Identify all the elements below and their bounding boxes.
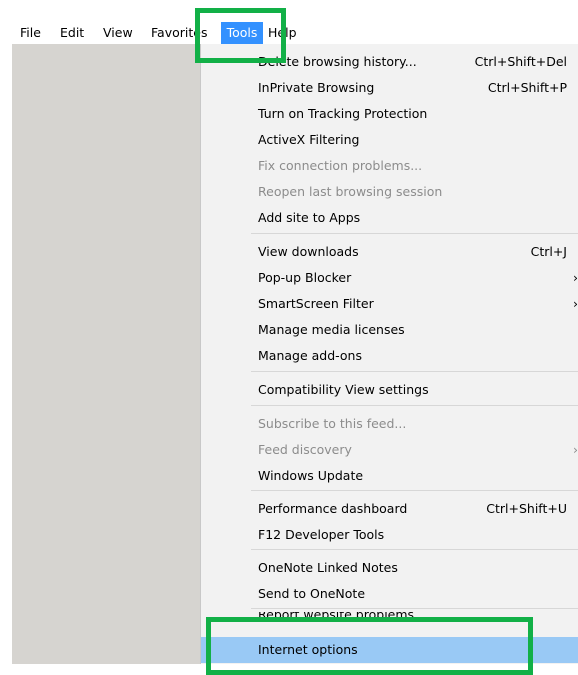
menu-edit[interactable]: Edit <box>60 25 84 41</box>
menu-item-fix-connection: Fix connection problems... <box>201 153 578 179</box>
shortcut-label: Ctrl+Shift+Del <box>474 54 567 69</box>
menu-item-inprivate-browsing[interactable]: InPrivate Browsing Ctrl+Shift+P <box>201 75 578 101</box>
menu-item-manage-media-licenses[interactable]: Manage media licenses <box>201 317 578 343</box>
menu-item-tracking-protection[interactable]: Turn on Tracking Protection <box>201 101 578 127</box>
menu-item-label: Subscribe to this feed... <box>258 416 407 431</box>
menu-item-label: Windows Update <box>258 468 364 483</box>
menu-item-add-site-to-apps[interactable]: Add site to Apps <box>201 205 578 231</box>
menu-item-label: F12 Developer Tools <box>258 527 385 542</box>
menu-item-label: ActiveX Filtering <box>258 132 360 147</box>
menu-item-label: Turn on Tracking Protection <box>258 106 428 121</box>
menu-item-manage-addons[interactable]: Manage add-ons <box>201 343 578 369</box>
menu-item-label: Fix connection problems... <box>258 158 423 173</box>
menu-bar: File Edit View Favorites Tools Help <box>0 22 578 44</box>
menu-item-label: View downloads <box>258 244 359 259</box>
menu-item-onenote-linked-notes[interactable]: OneNote Linked Notes <box>201 555 578 581</box>
menu-item-label: Manage add-ons <box>258 348 362 363</box>
menu-file[interactable]: File <box>20 25 41 41</box>
menu-item-smartscreen-filter[interactable]: SmartScreen Filter › <box>201 291 578 317</box>
menu-item-label: Compatibility View settings <box>258 382 429 397</box>
menu-item-subscribe-feed: Subscribe to this feed... <box>201 411 578 437</box>
menu-item-feed-discovery: Feed discovery › <box>201 437 578 463</box>
menu-item-label: Add site to Apps <box>258 210 361 225</box>
menu-item-performance-dashboard[interactable]: Performance dashboard Ctrl+Shift+U <box>201 496 578 522</box>
menu-view[interactable]: View <box>103 25 133 41</box>
menu-separator <box>251 608 578 609</box>
menu-item-windows-update[interactable]: Windows Update <box>201 463 578 489</box>
menu-item-label: Reopen last browsing session <box>258 184 443 199</box>
menu-item-label: InPrivate Browsing <box>258 80 375 95</box>
chevron-right-icon: › <box>573 270 578 285</box>
menu-item-label: Performance dashboard <box>258 501 408 516</box>
menu-item-popup-blocker[interactable]: Pop-up Blocker › <box>201 265 578 291</box>
menu-item-send-to-onenote[interactable]: Send to OneNote <box>201 581 578 607</box>
menu-separator <box>251 233 578 234</box>
menu-item-f12-developer-tools[interactable]: F12 Developer Tools <box>201 522 578 548</box>
menu-item-label: Pop-up Blocker <box>258 270 352 285</box>
chevron-right-icon: › <box>573 442 578 457</box>
browser-content-area <box>12 44 200 664</box>
tools-dropdown-menu: Delete browsing history... Ctrl+Shift+De… <box>200 44 578 664</box>
menu-item-label: Manage media licenses <box>258 322 405 337</box>
internet-options-highlight-box <box>206 617 533 675</box>
tools-menu-highlight-box <box>195 8 286 63</box>
menu-item-reopen-session: Reopen last browsing session <box>201 179 578 205</box>
menu-item-label: OneNote Linked Notes <box>258 560 398 575</box>
menu-separator <box>251 371 578 372</box>
shortcut-label: Ctrl+Shift+U <box>486 501 567 516</box>
menu-separator <box>251 549 578 550</box>
menu-item-activex-filtering[interactable]: ActiveX Filtering <box>201 127 578 153</box>
menu-item-label: Send to OneNote <box>258 586 366 601</box>
menu-item-compatibility-view-settings[interactable]: Compatibility View settings <box>201 377 578 403</box>
menu-item-label: Feed discovery <box>258 442 352 457</box>
menu-item-view-downloads[interactable]: View downloads Ctrl+J <box>201 239 578 265</box>
chevron-right-icon: › <box>573 296 578 311</box>
menu-item-label: SmartScreen Filter <box>258 296 374 311</box>
shortcut-label: Ctrl+Shift+P <box>487 80 567 95</box>
menu-separator <box>251 490 578 491</box>
screen: File Edit View Favorites Tools Help Dele… <box>0 0 578 675</box>
menu-separator <box>251 405 578 406</box>
shortcut-label: Ctrl+J <box>530 244 567 259</box>
